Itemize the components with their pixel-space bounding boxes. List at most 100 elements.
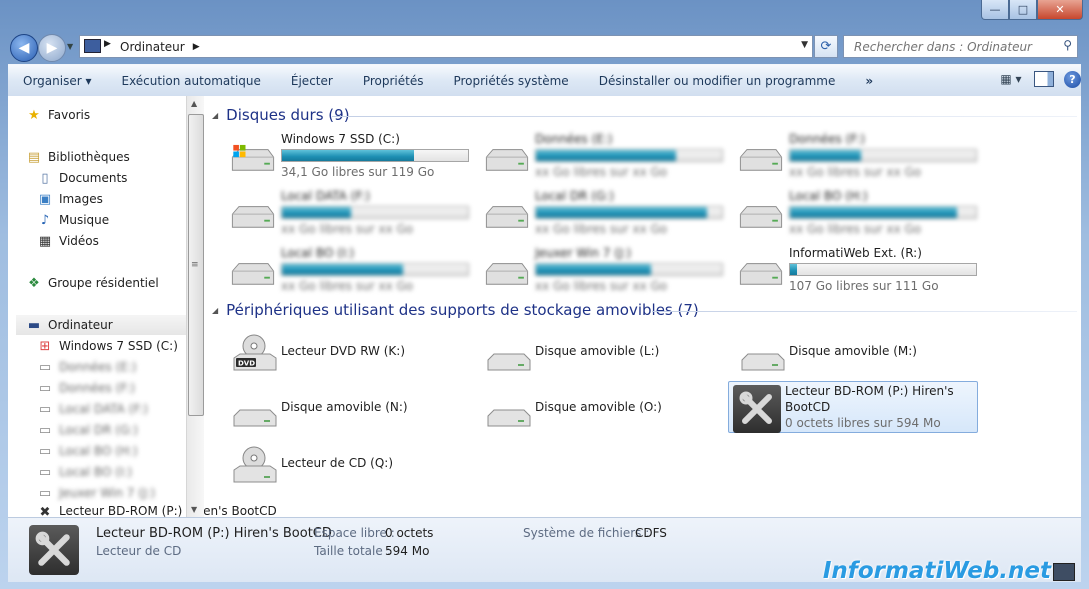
windows-drive-icon bbox=[231, 144, 275, 171]
address-bar[interactable]: ▶ Ordinateur ▶ ▼ bbox=[79, 35, 813, 58]
nav-drive-blurred[interactable]: ▭ Local DATA (F:) bbox=[37, 399, 148, 419]
nav-musique-label: Musique bbox=[59, 213, 110, 227]
drive-free-space: xx Go libres sur xx Go bbox=[789, 222, 922, 236]
hard-drive-icon bbox=[485, 206, 529, 228]
system-properties-button[interactable]: Propriétés système bbox=[438, 74, 583, 88]
drive-tile[interactable]: Windows 7 SSD (C:) 34,1 Go libres sur 119… bbox=[220, 130, 470, 182]
forward-button[interactable]: ▶ bbox=[38, 34, 66, 62]
music-icon: ♪ bbox=[40, 212, 50, 228]
laptop-icon bbox=[1053, 563, 1075, 581]
device-bd-rom-selected[interactable]: Lecteur BD-ROM (P:) Hiren's BootCD 0 oct… bbox=[728, 381, 978, 433]
drive-icon: ▭ bbox=[38, 359, 52, 375]
nav-images-label: Images bbox=[59, 192, 103, 206]
preview-pane-icon[interactable] bbox=[1034, 71, 1054, 87]
group-header-hdd[interactable]: ◢ Disques durs (9) bbox=[212, 105, 1077, 125]
collapse-icon[interactable]: ◢ bbox=[212, 111, 218, 120]
search-box[interactable]: ⚲ bbox=[843, 35, 1078, 58]
close-button[interactable]: ✕ bbox=[1037, 0, 1083, 20]
collapse-icon[interactable]: ◢ bbox=[212, 306, 218, 315]
drive-tile[interactable]: Local BO (I:) xx Go libres sur xx Go bbox=[220, 244, 470, 296]
address-dropdown-icon[interactable]: ▼ bbox=[801, 40, 808, 50]
nav-images[interactable]: ▣ Images bbox=[37, 189, 103, 209]
group-divider bbox=[332, 116, 1077, 117]
back-button[interactable]: ◀ bbox=[10, 34, 38, 62]
scroll-down-icon[interactable]: ▼ bbox=[191, 505, 197, 514]
device-name: Lecteur DVD RW (K:) bbox=[281, 344, 405, 358]
drive-free-space: 34,1 Go libres sur 119 Go bbox=[281, 165, 435, 179]
eject-button[interactable]: Éjecter bbox=[276, 74, 348, 88]
change-view-icon[interactable]: ▦ ▾ bbox=[998, 70, 1024, 88]
device-removable-o[interactable]: Disque amovible (O:) bbox=[474, 382, 724, 434]
breadcrumb-arrow-icon[interactable]: ▶ bbox=[193, 42, 200, 52]
drive-usage-fill bbox=[536, 150, 676, 161]
nav-drive-c[interactable]: ⊞ Windows 7 SSD (C:) bbox=[37, 336, 178, 356]
device-free-space: 0 octets libres sur 594 Mo bbox=[785, 416, 941, 430]
group-title-removable: Périphériques utilisant des supports de … bbox=[226, 301, 699, 319]
nav-documents[interactable]: ▯ Documents bbox=[37, 168, 127, 188]
uninstall-program-button[interactable]: Désinstaller ou modifier un programme bbox=[584, 74, 851, 88]
drive-free-space: xx Go libres sur xx Go bbox=[281, 222, 414, 236]
device-cd-q[interactable]: Lecteur de CD (Q:) bbox=[220, 438, 470, 490]
nav-videos-label: Vidéos bbox=[59, 234, 99, 248]
drive-free-space: xx Go libres sur xx Go bbox=[281, 279, 414, 293]
search-icon[interactable]: ⚲ bbox=[1063, 38, 1072, 52]
breadcrumb-arrow-icon[interactable]: ▶ bbox=[104, 39, 111, 49]
device-name: Lecteur BD-ROM (P:) Hiren's bbox=[785, 384, 954, 398]
drive-usage-bar bbox=[789, 149, 977, 162]
recent-pages-dropdown[interactable]: ▼ bbox=[67, 42, 73, 51]
nav-drive-blurred[interactable]: ▭ Données (F:) bbox=[37, 378, 135, 398]
toolbar-right: ▦ ▾ ? bbox=[998, 70, 1081, 88]
drive-tile[interactable]: Données (F:) xx Go libres sur xx Go bbox=[728, 130, 978, 182]
nav-groupe-residentiel[interactable]: ❖ Groupe résidentiel bbox=[26, 273, 159, 293]
nav-videos[interactable]: ▦ Vidéos bbox=[37, 231, 99, 251]
scroll-up-icon[interactable]: ▲ bbox=[191, 99, 197, 108]
nav-drive-label: Local BO (I:) bbox=[59, 465, 133, 479]
device-removable-m[interactable]: Disque amovible (M:) bbox=[728, 326, 978, 378]
device-dvd-rw[interactable]: DVD Lecteur DVD RW (K:) bbox=[220, 326, 470, 378]
help-icon[interactable]: ? bbox=[1064, 70, 1081, 88]
cd-drive-icon bbox=[233, 446, 277, 483]
drive-tile[interactable]: InformatiWeb Ext. (R:) 107 Go libres sur … bbox=[728, 244, 978, 296]
file-view: ◢ Disques durs (9) Windows 7 SSD (C:) 34,… bbox=[204, 96, 1081, 517]
device-name: Lecteur de CD (Q:) bbox=[281, 456, 393, 470]
nav-drive-blurred[interactable]: ▭ Local BO (H:) bbox=[37, 441, 138, 461]
nav-drive-blurred[interactable]: ▭ Local DR (G:) bbox=[37, 420, 138, 440]
nav-drive-blurred[interactable]: ▭ Local BO (I:) bbox=[37, 462, 132, 482]
drive-free-space: 107 Go libres sur 111 Go bbox=[789, 279, 939, 293]
maximize-button[interactable]: □ bbox=[1009, 0, 1037, 20]
group-header-removable[interactable]: ◢ Périphériques utilisant des supports d… bbox=[212, 300, 1077, 320]
homegroup-icon: ❖ bbox=[28, 275, 40, 291]
drive-usage-fill bbox=[790, 264, 798, 275]
device-removable-l[interactable]: Disque amovible (L:) bbox=[474, 326, 724, 378]
svg-text:DVD: DVD bbox=[238, 360, 255, 368]
drive-tile[interactable]: Jeuxer Win 7 (J:) xx Go libres sur xx Go bbox=[474, 244, 724, 296]
drive-tile[interactable]: Données (E:) xx Go libres sur xx Go bbox=[474, 130, 724, 182]
details-total-label: Taille totale : bbox=[314, 544, 391, 558]
more-commands-button[interactable]: » bbox=[850, 74, 888, 88]
drive-tile[interactable]: Local BO (H:) xx Go libres sur xx Go bbox=[728, 187, 978, 239]
drive-usage-bar bbox=[535, 206, 723, 219]
refresh-button[interactable]: ⟳ bbox=[814, 35, 838, 58]
dvd-drive-icon: DVD bbox=[233, 334, 277, 371]
drive-name: Windows 7 SSD (C:) bbox=[281, 132, 400, 146]
drive-tile[interactable]: Local DR (G:) xx Go libres sur xx Go bbox=[474, 187, 724, 239]
nav-drive-blurred[interactable]: ▭ Données (E:) bbox=[37, 357, 137, 377]
minimize-button[interactable]: — bbox=[981, 0, 1009, 20]
nav-favoris[interactable]: ★ Favoris bbox=[26, 105, 90, 125]
removable-disk-icon bbox=[487, 353, 531, 371]
device-removable-n[interactable]: Disque amovible (N:) bbox=[220, 382, 470, 434]
breadcrumb-ordinateur[interactable]: Ordinateur bbox=[120, 40, 185, 54]
nav-drive-label: Données (E:) bbox=[59, 360, 137, 374]
nav-bibliotheques[interactable]: ▤ Bibliothèques bbox=[26, 147, 130, 167]
nav-drive-blurred[interactable]: ▭ Jeuxer Win 7 (J:) bbox=[37, 483, 155, 503]
nav-ordinateur[interactable]: ▬ Ordinateur bbox=[16, 315, 186, 335]
drive-tile[interactable]: Local DATA (F:) xx Go libres sur xx Go bbox=[220, 187, 470, 239]
nav-scrollbar[interactable]: ▲ ≡ ▼ bbox=[186, 96, 204, 517]
organiser-button[interactable]: Organiser ▾ bbox=[8, 74, 106, 88]
properties-button[interactable]: Propriétés bbox=[348, 74, 439, 88]
autoplay-button[interactable]: Exécution automatique bbox=[106, 74, 275, 88]
search-input[interactable] bbox=[852, 38, 1056, 55]
nav-musique[interactable]: ♪ Musique bbox=[37, 210, 109, 230]
removable-disk-icon bbox=[487, 409, 531, 427]
drive-usage-fill bbox=[282, 150, 415, 161]
